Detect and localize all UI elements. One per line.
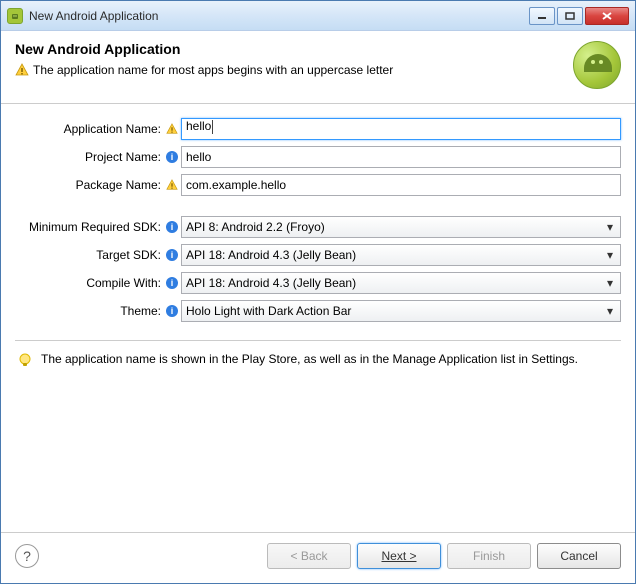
- target-sdk-combo[interactable]: API 18: Android 4.3 (Jelly Bean) ▾: [181, 244, 621, 266]
- info-icon: i: [165, 304, 179, 318]
- back-button[interactable]: < Back: [267, 543, 351, 569]
- theme-combo[interactable]: Holo Light with Dark Action Bar ▾: [181, 300, 621, 322]
- finish-button[interactable]: Finish: [447, 543, 531, 569]
- header-banner: New Android Application The application …: [1, 31, 635, 104]
- warning-icon: [165, 178, 179, 192]
- form-content: Application Name: hello Project Name: i …: [1, 104, 635, 532]
- separator: [15, 340, 621, 341]
- target-sdk-label: Target SDK:: [15, 248, 163, 262]
- window-title: New Android Application: [29, 9, 529, 23]
- app-name-input[interactable]: hello: [181, 118, 621, 140]
- chevron-down-icon: ▾: [602, 275, 618, 291]
- hint-panel: The application name is shown in the Pla…: [15, 351, 621, 368]
- app-name-label: Application Name:: [15, 122, 163, 136]
- package-name-input[interactable]: [181, 174, 621, 196]
- android-app-icon: [7, 8, 23, 24]
- compile-combo[interactable]: API 18: Android 4.3 (Jelly Bean) ▾: [181, 272, 621, 294]
- hint-text: The application name is shown in the Pla…: [41, 351, 578, 368]
- chevron-down-icon: ▾: [602, 303, 618, 319]
- theme-label: Theme:: [15, 304, 163, 318]
- close-button[interactable]: [585, 7, 629, 25]
- window-buttons: [529, 7, 629, 25]
- dialog-window: New Android Application New Android Appl…: [0, 0, 636, 584]
- titlebar[interactable]: New Android Application: [1, 1, 635, 31]
- info-icon: i: [165, 220, 179, 234]
- header-message: The application name for most apps begin…: [33, 63, 393, 77]
- project-name-input[interactable]: [181, 146, 621, 168]
- next-button[interactable]: Next >: [357, 543, 441, 569]
- project-name-label: Project Name:: [15, 150, 163, 164]
- warning-icon: [15, 63, 29, 77]
- help-button[interactable]: ?: [15, 544, 39, 568]
- minimize-button[interactable]: [529, 7, 555, 25]
- cancel-button[interactable]: Cancel: [537, 543, 621, 569]
- chevron-down-icon: ▾: [602, 219, 618, 235]
- footer: ? < Back Next > Finish Cancel: [1, 532, 635, 583]
- min-sdk-label: Minimum Required SDK:: [15, 220, 163, 234]
- maximize-button[interactable]: [557, 7, 583, 25]
- warning-icon: [165, 122, 179, 136]
- lightbulb-icon: [17, 352, 33, 368]
- page-title: New Android Application: [15, 41, 393, 57]
- info-icon: i: [165, 276, 179, 290]
- compile-label: Compile With:: [15, 276, 163, 290]
- info-icon: i: [165, 150, 179, 164]
- chevron-down-icon: ▾: [602, 247, 618, 263]
- package-name-label: Package Name:: [15, 178, 163, 192]
- info-icon: i: [165, 248, 179, 262]
- min-sdk-combo[interactable]: API 8: Android 2.2 (Froyo) ▾: [181, 216, 621, 238]
- android-logo-icon: [573, 41, 621, 89]
